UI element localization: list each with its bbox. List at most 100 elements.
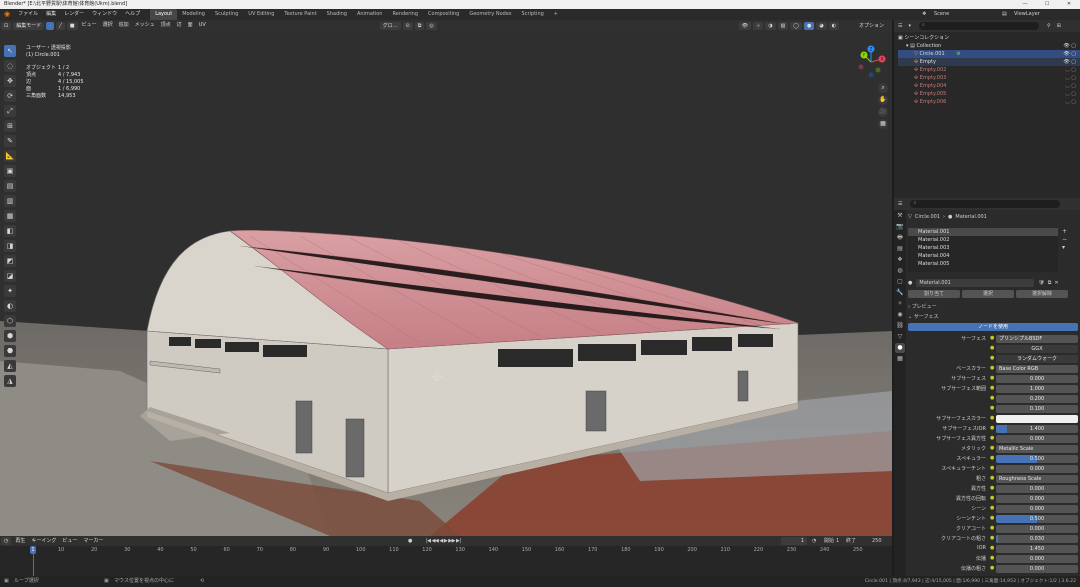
smooth-tool-icon[interactable]: ✦ — [4, 285, 16, 297]
extrude-tool-icon[interactable]: ▤ — [4, 180, 16, 192]
menu-select[interactable]: 選択 — [100, 20, 116, 31]
particles-tab-icon[interactable]: ✧ — [895, 299, 905, 309]
socket-icon[interactable]: ● — [990, 505, 994, 511]
list-item[interactable]: Material.003 — [908, 244, 1058, 252]
outliner-item[interactable]: ✣ Empty.002 ◡ ▢ — [898, 66, 1080, 74]
socket-icon[interactable]: ● — [990, 525, 994, 531]
socket-icon[interactable]: ● — [990, 405, 994, 411]
zoom-icon[interactable]: ⌕ — [878, 83, 888, 93]
cursor-tool-icon[interactable]: ◌ — [4, 60, 16, 72]
menu-playback[interactable]: 再生 — [12, 536, 28, 547]
bevel-tool-icon[interactable]: ▦ — [4, 210, 16, 222]
proportional-edit-icon[interactable]: ◎ — [426, 21, 437, 30]
property-field[interactable]: 0.000 — [996, 555, 1078, 563]
menu-view[interactable]: ビュー — [79, 20, 100, 31]
remove-slot-button[interactable]: − — [1062, 236, 1070, 244]
end-frame-field[interactable]: 250 — [872, 536, 882, 546]
transform-tool-icon[interactable]: ⊞ — [4, 120, 16, 132]
property-field[interactable]: 0.200 — [996, 395, 1078, 403]
material-browse-icon[interactable]: ● — [908, 280, 912, 286]
menu-vertex[interactable]: 頂点 — [158, 20, 174, 31]
properties-editor-icon[interactable]: ☰ — [898, 201, 902, 207]
socket-icon[interactable]: ● — [990, 535, 994, 541]
socket-icon[interactable]: ● — [990, 445, 994, 451]
property-field[interactable]: 0.000 — [996, 485, 1078, 493]
shading-render-icon[interactable]: ◐ — [828, 21, 840, 30]
deselect-button[interactable]: 選択解除 — [1016, 289, 1068, 298]
property-field[interactable]: プリンシプルBSDF — [996, 335, 1078, 343]
data-tab-icon[interactable]: ▽ — [895, 332, 905, 342]
tab-uv-editing[interactable]: UV Editing — [243, 9, 279, 20]
property-field[interactable]: ランダムウォーク — [996, 355, 1078, 363]
add-cube-tool-icon[interactable]: ▣ — [4, 165, 16, 177]
socket-icon[interactable]: ● — [990, 485, 994, 491]
menu-marker[interactable]: マーカー — [80, 536, 106, 547]
menu-add[interactable]: 追加 — [116, 20, 132, 31]
object-tab-icon[interactable]: ▢ — [895, 277, 905, 287]
visibility-eye-icon[interactable]: ◡ ▢ — [1065, 82, 1076, 90]
shear-tool-icon[interactable]: ⬢ — [4, 330, 16, 342]
select-tool-icon[interactable]: ↖ — [4, 45, 16, 57]
overlay-icon[interactable]: ◑ — [765, 21, 776, 30]
outliner-search-input[interactable]: ⌕ — [919, 22, 1039, 30]
socket-icon[interactable]: ● — [990, 365, 994, 371]
camera-view-icon[interactable]: 🎥 — [878, 107, 888, 117]
use-nodes-button[interactable]: ノードを使用 — [908, 323, 1078, 331]
property-field[interactable]: 0.000 — [996, 495, 1078, 503]
rip-tool-icon[interactable]: ⬣ — [4, 345, 16, 357]
tool-tab-icon[interactable]: ⚒ — [895, 211, 905, 221]
loop-cut-tool-icon[interactable]: ◧ — [4, 225, 16, 237]
rotate-tool-icon[interactable]: ⟳ — [4, 90, 16, 102]
tab-animation[interactable]: Animation — [352, 9, 388, 20]
duplicate-icon[interactable]: ⧉ — [1048, 280, 1052, 286]
start-frame-field[interactable]: 1 — [836, 536, 839, 546]
output-tab-icon[interactable]: 🖶 — [895, 233, 905, 243]
list-item[interactable]: Material.005 — [908, 260, 1058, 268]
outliner-item[interactable]: ✣ Empty.003 ◡ ▢ — [898, 74, 1080, 82]
scale-tool-icon[interactable]: ⤢ — [4, 105, 16, 117]
socket-icon[interactable]: ● — [990, 335, 994, 341]
minimize-button[interactable]: — — [1014, 0, 1036, 9]
add-slot-button[interactable]: + — [1062, 228, 1070, 236]
outliner-scene-collection[interactable]: ▣ シーンコレクション — [898, 34, 1080, 42]
playback-controls[interactable]: |◀ ◀◀ ◀ ▶ ▶▶ ▶| — [426, 536, 461, 546]
inset-tool-icon[interactable]: ▥ — [4, 195, 16, 207]
tab-scripting[interactable]: Scripting — [517, 9, 549, 20]
outliner-item[interactable]: ✣ Empty.005 ◡ ▢ — [898, 90, 1080, 98]
options-dropdown[interactable]: オプション — [859, 21, 884, 31]
socket-icon[interactable]: ● — [990, 455, 994, 461]
poly-build-tool-icon[interactable]: ◩ — [4, 255, 16, 267]
measure-tool-icon[interactable]: 📐 — [4, 150, 16, 162]
maximize-button[interactable]: ☐ — [1036, 0, 1058, 9]
pan-hand-icon[interactable]: ✋ — [878, 95, 888, 105]
property-field[interactable]: GGX — [996, 345, 1078, 353]
properties-search-input[interactable]: ⌕ — [910, 200, 1061, 208]
outliner-item[interactable]: ✣ Empty.004 ◡ ▢ — [898, 82, 1080, 90]
move-tool-icon[interactable]: ✥ — [4, 75, 16, 87]
menu-window[interactable]: ウィンドウ — [88, 9, 121, 20]
socket-icon[interactable]: ● — [990, 435, 994, 441]
annotate-tool-icon[interactable]: ✎ — [4, 135, 16, 147]
slot-menu-button[interactable]: ▾ — [1062, 244, 1070, 252]
fake-user-icon[interactable]: 🛡 — [1038, 280, 1044, 286]
tab-layout[interactable]: Layout — [150, 9, 178, 20]
knife-tool-icon[interactable]: ◨ — [4, 240, 16, 252]
material-name-field[interactable]: Material.001 — [916, 278, 1035, 287]
expand-arrow-icon[interactable]: ▾ — [906, 43, 909, 49]
property-field[interactable]: 0.500 — [996, 515, 1078, 523]
tab-geometry-nodes[interactable]: Geometry Nodes — [464, 9, 516, 20]
socket-icon[interactable]: ● — [990, 465, 994, 471]
face-select-icon[interactable]: ■ — [66, 21, 78, 30]
spin-tool-icon[interactable]: ◪ — [4, 270, 16, 282]
xray-icon[interactable]: ▧ — [777, 21, 789, 30]
current-frame-field[interactable]: 1 — [781, 537, 807, 545]
tab-sculpting[interactable]: Sculpting — [210, 9, 243, 20]
orientation-dropdown[interactable]: グロ... — [379, 21, 401, 30]
socket-icon[interactable]: ● — [990, 555, 994, 561]
socket-icon[interactable]: ● — [990, 395, 994, 401]
menu-timeline-view[interactable]: ビュー — [59, 536, 80, 547]
blender-logo-icon[interactable]: ◉ — [0, 9, 14, 20]
visibility-eye-icon[interactable]: 👁 ▢ — [1063, 42, 1076, 50]
material-slot-list[interactable]: Material.001 Material.002 Material.003 M… — [908, 228, 1058, 272]
visibility-eye-icon[interactable]: 👁 ▢ — [1063, 50, 1076, 58]
